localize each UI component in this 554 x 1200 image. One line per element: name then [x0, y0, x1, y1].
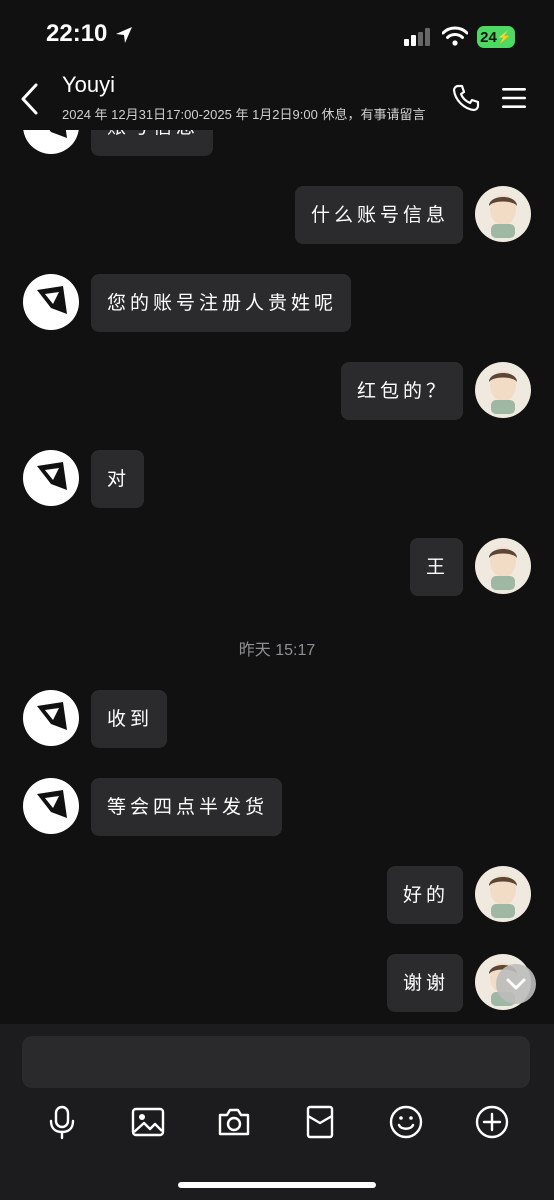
- merchant-avatar[interactable]: [23, 130, 79, 154]
- composer-bar: [0, 1024, 554, 1200]
- scroll-to-bottom-button[interactable]: [496, 964, 536, 1004]
- camera-icon[interactable]: [216, 1104, 252, 1140]
- menu-icon[interactable]: [500, 86, 528, 110]
- merchant-avatar[interactable]: [23, 778, 79, 834]
- wifi-icon: [442, 26, 468, 46]
- chat-title: Youyi: [62, 72, 116, 97]
- chat-subtitle: 2024 年 12月31日17:00-2025 年 1月2日9:00 休息，有事…: [62, 107, 426, 122]
- merchant-avatar[interactable]: [23, 274, 79, 330]
- status-bar: 22:10 24 ⚡: [0, 0, 554, 64]
- message-timestamp: 昨天 15:17: [238, 642, 316, 659]
- charging-bolt-icon: ⚡: [496, 30, 512, 44]
- cellular-signal-icon: [404, 28, 430, 46]
- chat-header: Youyi 2024 年 12月31日17:00-2025 年 1月2日9:00…: [0, 64, 554, 130]
- plus-icon[interactable]: [474, 1104, 510, 1140]
- message-list[interactable]: 账号信息 什么账号信息 您的账号注册人贵姓呢 红包的？ 对 王 昨天 15:17…: [0, 130, 554, 1024]
- merchant-avatar[interactable]: [23, 450, 79, 506]
- image-icon[interactable]: [130, 1104, 166, 1140]
- status-time: 22:10: [46, 20, 108, 47]
- user-avatar[interactable]: [475, 362, 531, 418]
- message-bubble-received[interactable]: 收到: [91, 690, 168, 748]
- home-indicator: [178, 1182, 376, 1188]
- battery-indicator: 24 ⚡: [477, 26, 515, 48]
- red-envelope-icon[interactable]: [302, 1104, 338, 1140]
- message-bubble-received[interactable]: 等会四点半发货: [91, 778, 283, 836]
- location-arrow-icon: [116, 27, 132, 43]
- microphone-icon[interactable]: [44, 1104, 80, 1140]
- message-bubble-received[interactable]: 账号信息: [91, 130, 214, 156]
- phone-icon[interactable]: [450, 82, 482, 114]
- merchant-avatar[interactable]: [23, 690, 79, 746]
- message-bubble-sent[interactable]: 红包的？: [340, 362, 463, 420]
- message-bubble-received[interactable]: 您的账号注册人贵姓呢: [91, 274, 352, 332]
- emoji-icon[interactable]: [388, 1104, 424, 1140]
- message-bubble-sent[interactable]: 谢谢: [386, 954, 463, 1012]
- message-input[interactable]: [22, 1036, 530, 1088]
- chevron-down-icon: [506, 978, 526, 990]
- user-avatar[interactable]: [475, 538, 531, 594]
- back-chevron-icon[interactable]: [16, 82, 46, 116]
- message-bubble-sent[interactable]: 王: [409, 538, 463, 596]
- message-bubble-sent[interactable]: 好的: [386, 866, 463, 924]
- battery-level: 24: [480, 28, 497, 46]
- user-avatar[interactable]: [475, 186, 531, 242]
- message-bubble-sent[interactable]: 什么账号信息: [294, 186, 463, 244]
- user-avatar[interactable]: [475, 866, 531, 922]
- message-bubble-received[interactable]: 对: [91, 450, 145, 508]
